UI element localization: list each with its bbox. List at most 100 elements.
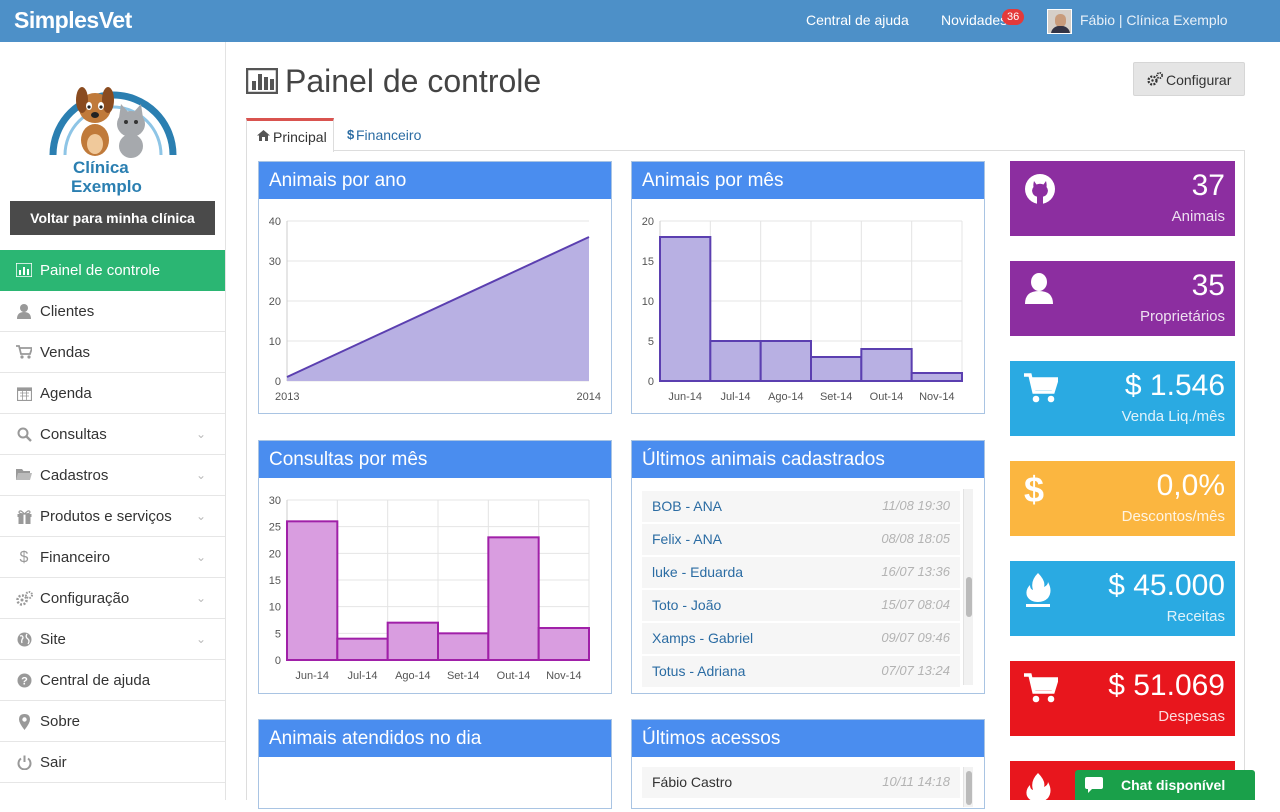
y-tick-label: 30 <box>269 256 281 268</box>
list-scrollbar[interactable] <box>963 767 973 807</box>
scrollbar-thumb[interactable] <box>966 577 972 617</box>
stat-card-descontos[interactable]: $ 0,0% Descontos/mês <box>1010 461 1235 536</box>
list-item[interactable]: Fábio Castro 10/11 14:18 <box>642 767 960 798</box>
stat-label: Proprietários <box>1139 308 1225 325</box>
sidebar-item-site[interactable]: Site ⌄ <box>0 619 225 660</box>
ultimos-acessos-list: Fábio Castro 10/11 14:18 <box>642 767 960 798</box>
chevron-down-icon: ⌄ <box>196 550 207 564</box>
chat-button[interactable]: Chat disponível <box>1075 770 1255 800</box>
panel-animais-por-mes: Animais por mês 0 5 10 15 20 Jun-14 Jul-14 Ago-… <box>631 161 985 414</box>
gears-icon <box>16 591 33 606</box>
user-name: Fábio Castro <box>652 774 733 790</box>
list-item[interactable]: Toto - João 15/07 08:04 <box>642 590 960 621</box>
list-item[interactable]: luke - Eduarda 16/07 13:36 <box>642 557 960 588</box>
sidebar-item-central-ajuda[interactable]: ? Central de ajuda <box>0 660 225 701</box>
x-tick-label: Jun-14 <box>295 670 329 682</box>
sidebar-item-sobre[interactable]: Sobre <box>0 701 225 742</box>
sidebar-item-painel[interactable]: Painel de controle <box>0 250 225 291</box>
timestamp: 16/07 13:36 <box>881 564 950 579</box>
stat-card-venda-liq[interactable]: $ 1.546 Venda Liq./mês <box>1010 361 1235 436</box>
list-item[interactable]: Totus - Adriana 07/07 13:24 <box>642 656 960 687</box>
news-link[interactable]: Novidades <box>941 12 1007 28</box>
animal-owner-link[interactable]: Totus - Adriana <box>652 663 745 679</box>
panel-ultimos-animais: Últimos animais cadastrados BOB - ANA 11… <box>631 440 985 694</box>
panel-title: Animais por mês <box>632 162 984 199</box>
y-tick-label: 0 <box>275 376 281 388</box>
tab-bar: Principal $ Financeiro <box>246 118 1245 152</box>
sidebar-item-clientes[interactable]: Clientes <box>0 291 225 332</box>
stat-card-animais[interactable]: 37 Animais <box>1010 161 1235 236</box>
tab-financeiro[interactable]: $ Financeiro <box>344 118 444 151</box>
back-to-clinic-button[interactable]: Voltar para minha clínica <box>10 201 215 235</box>
list-item[interactable]: Xamps - Gabriel 09/07 09:46 <box>642 623 960 654</box>
power-icon <box>16 755 32 771</box>
bar <box>286 520 339 662</box>
chevron-down-icon: ⌄ <box>196 509 207 523</box>
list-scrollbar[interactable] <box>963 489 973 685</box>
timestamp: 11/08 19:30 <box>882 498 950 513</box>
sidebar: Clínica Exemplo Voltar para minha clínic… <box>0 42 226 800</box>
sidebar-item-vendas[interactable]: Vendas <box>0 332 225 373</box>
bar <box>386 621 440 662</box>
sidebar-item-label: Agenda <box>40 385 92 402</box>
chevron-down-icon: ⌄ <box>196 468 207 482</box>
sidebar-item-cadastros[interactable]: Cadastros ⌄ <box>0 455 225 496</box>
animal-owner-link[interactable]: luke - Eduarda <box>652 564 743 580</box>
stat-label: Receitas <box>1166 608 1225 625</box>
x-tick-label: Jul-14 <box>721 391 751 403</box>
chat-label: Chat disponível <box>1121 777 1226 793</box>
brand-logo[interactable]: SimplesVet <box>14 7 132 34</box>
x-tick-label: Jun-14 <box>668 391 702 403</box>
stat-value: 37 <box>1191 169 1225 202</box>
svg-text:?: ? <box>21 676 28 688</box>
question-icon: ? <box>16 673 32 688</box>
animal-owner-link[interactable]: Felix - ANA <box>652 531 722 547</box>
sidebar-item-label: Painel de controle <box>40 262 161 279</box>
y-tick-label: 0 <box>648 376 654 388</box>
help-link[interactable]: Central de ajuda <box>806 12 909 28</box>
bar <box>910 372 963 382</box>
sidebar-item-agenda[interactable]: Agenda <box>0 373 225 414</box>
stat-card-despesas[interactable]: $ 51.069 Despesas <box>1010 661 1235 736</box>
panel-animais-por-ano: Animais por ano 0 10 20 30 40 2013 2014 <box>258 161 612 414</box>
map-marker-icon <box>16 714 32 730</box>
bar <box>537 627 590 661</box>
bar <box>860 348 913 382</box>
bar <box>336 637 389 662</box>
timestamp: 07/07 13:24 <box>881 663 950 678</box>
stat-card-proprietarios[interactable]: 35 Proprietários <box>1010 261 1235 336</box>
user-icon <box>16 304 32 319</box>
gift-icon <box>16 509 32 524</box>
bar <box>437 632 490 661</box>
x-tick-label: Nov-14 <box>919 391 954 403</box>
search-icon <box>16 427 32 442</box>
animal-owner-link[interactable]: Xamps - Gabriel <box>652 630 753 646</box>
avatar[interactable] <box>1047 9 1072 34</box>
sidebar-item-sair[interactable]: Sair <box>0 742 225 783</box>
page-title: Painel de controle <box>285 63 542 99</box>
bar <box>487 536 540 661</box>
x-tick-label: Nov-14 <box>546 670 581 682</box>
chevron-down-icon: ⌄ <box>196 591 207 605</box>
y-tick-label: 10 <box>269 602 281 614</box>
stat-label: Despesas <box>1158 708 1225 725</box>
sidebar-item-financeiro[interactable]: $ Financeiro ⌄ <box>0 537 225 578</box>
dashboard-content: Animais por ano 0 10 20 30 40 2013 2014 Animai… <box>246 150 1245 809</box>
gears-icon <box>1147 72 1163 89</box>
stat-label: Animais <box>1171 208 1225 225</box>
sidebar-item-configuracao[interactable]: Configuração ⌄ <box>0 578 225 619</box>
list-item[interactable]: Felix - ANA 08/08 18:05 <box>642 524 960 555</box>
list-item[interactable]: BOB - ANA 11/08 19:30 <box>642 491 960 522</box>
user-menu[interactable]: Fábio | Clínica Exemplo <box>1080 12 1228 28</box>
sidebar-item-produtos[interactable]: Produtos e serviços ⌄ <box>0 496 225 537</box>
configure-button[interactable]: Configurar <box>1133 62 1245 96</box>
stat-card-receitas[interactable]: $ 45.000 Receitas <box>1010 561 1235 636</box>
sidebar-item-consultas[interactable]: Consultas ⌄ <box>0 414 225 455</box>
dollar-icon: $ <box>19 549 29 566</box>
tab-principal[interactable]: Principal <box>246 118 334 152</box>
animal-owner-link[interactable]: Toto - João <box>652 597 721 613</box>
panel-title: Últimos animais cadastrados <box>632 441 984 478</box>
animal-owner-link[interactable]: BOB - ANA <box>652 498 722 514</box>
x-tick-label: Ago-14 <box>395 670 430 682</box>
stat-value: $ 51.069 <box>1108 669 1225 702</box>
